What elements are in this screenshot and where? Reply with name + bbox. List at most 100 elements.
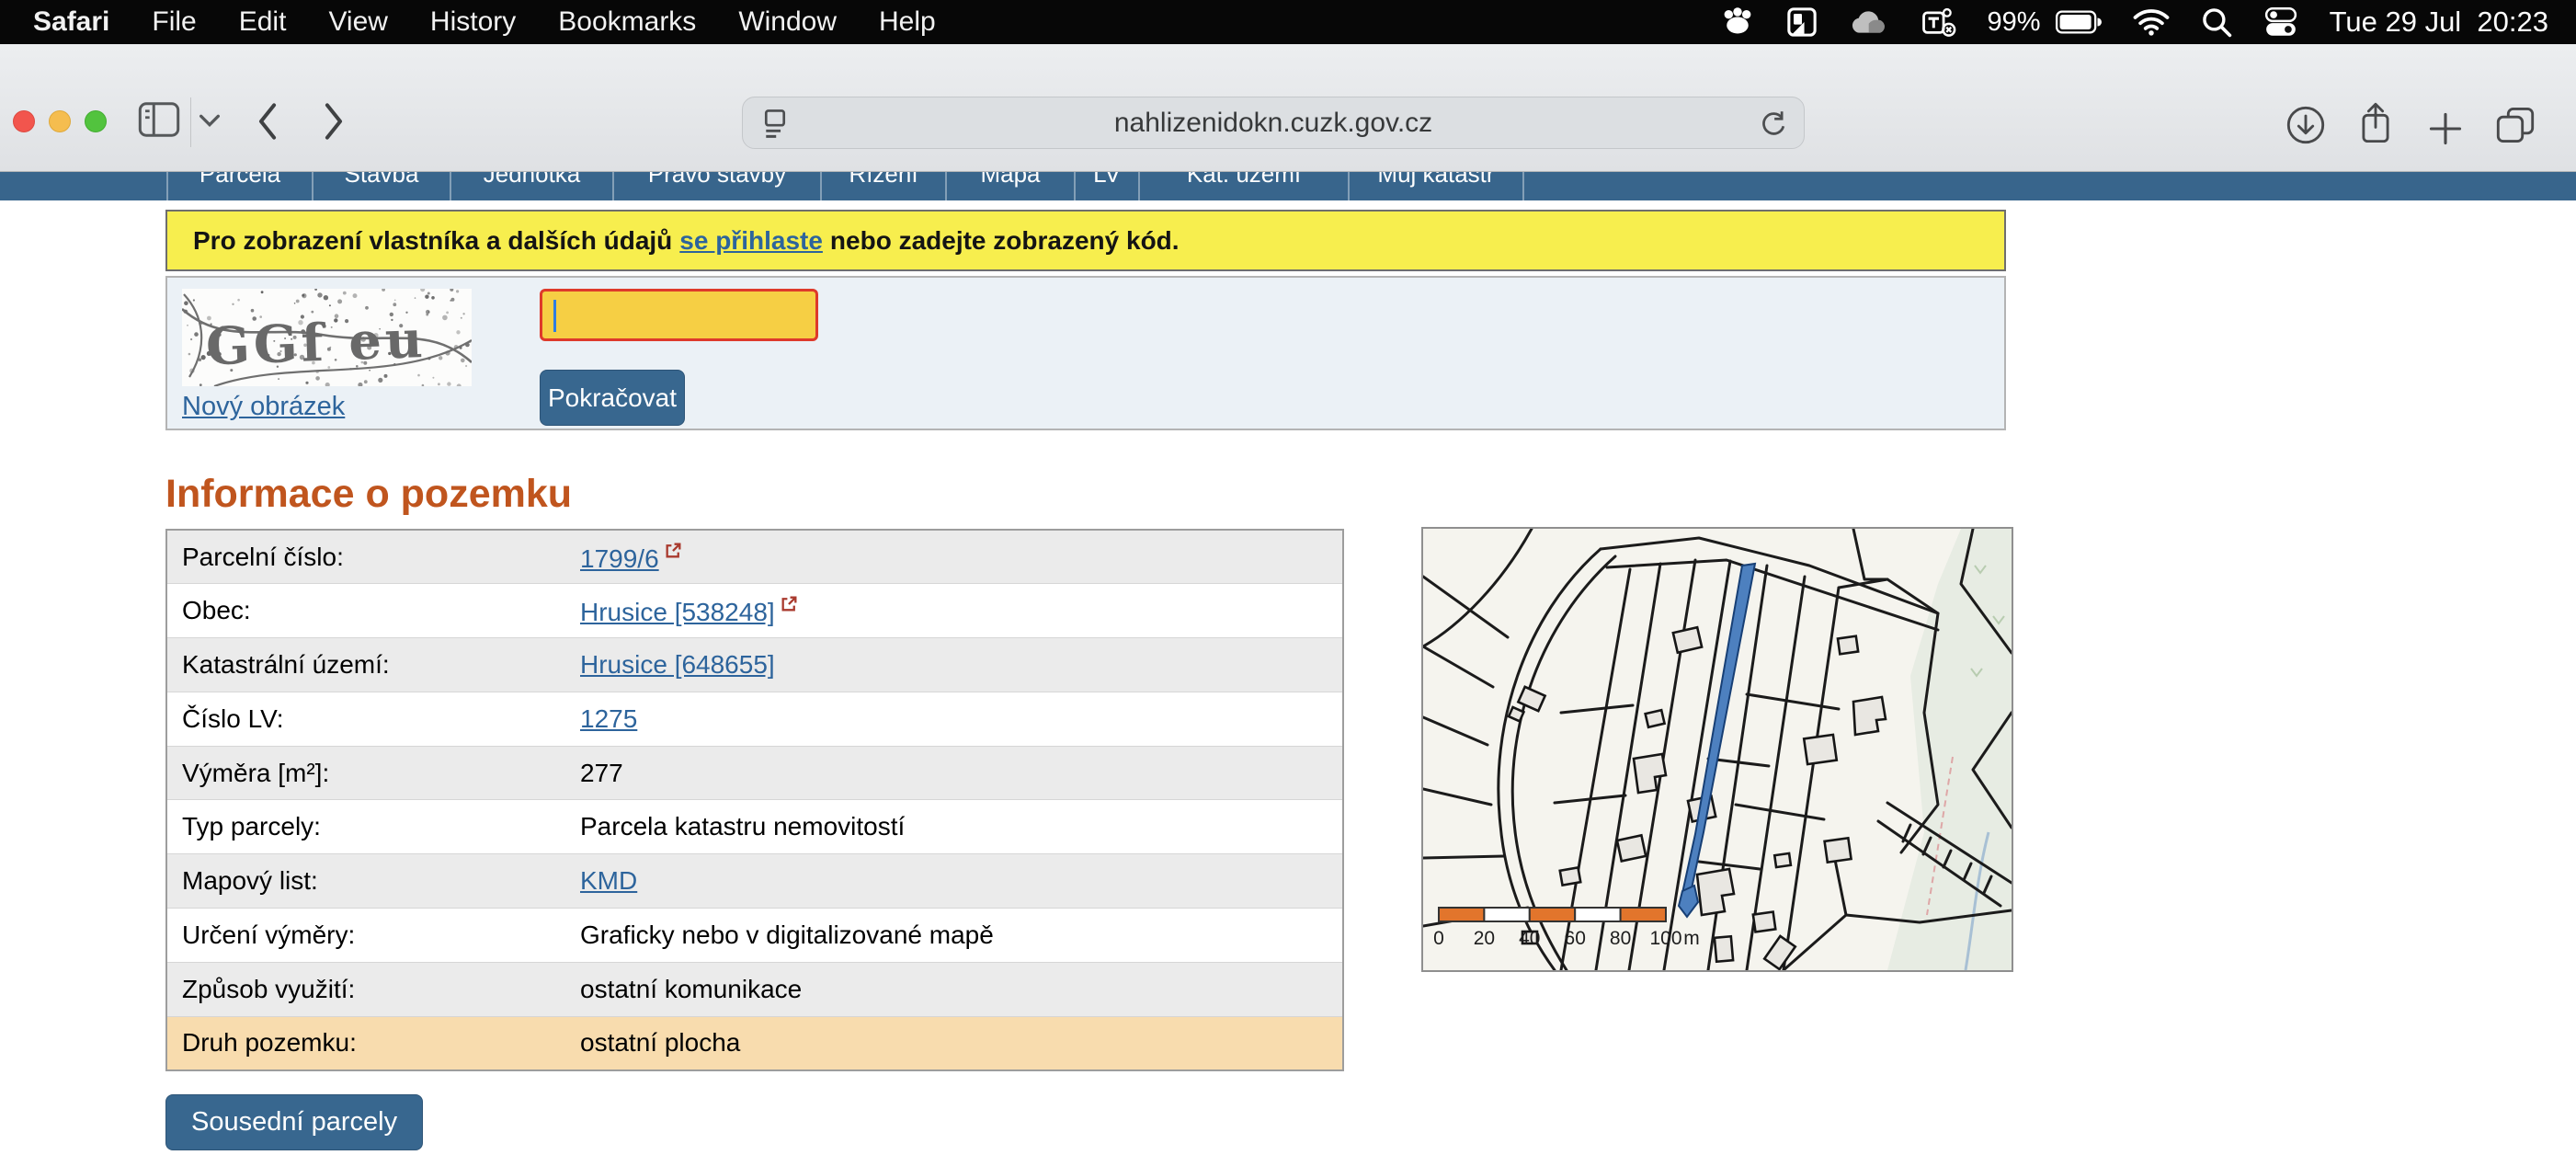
row-value: Parcela katastru nemovitostí xyxy=(580,800,1343,854)
row-value: Graficky nebo v digitalizované mapě xyxy=(580,909,1343,963)
menu-window[interactable]: Window xyxy=(738,6,837,38)
text-caret xyxy=(553,300,556,332)
page-title: Informace o pozemku xyxy=(165,472,572,517)
tab-lv[interactable]: LV xyxy=(1074,172,1138,200)
tab-overview-icon[interactable] xyxy=(2493,105,2537,148)
notice-text-after: nebo zadejte zobrazený kód. xyxy=(830,226,1180,256)
row-value: 1275 xyxy=(580,692,1343,746)
svg-text:40: 40 xyxy=(1519,928,1540,949)
parcel-table-body: Parcelní číslo:1799/6Obec:Hrusice [53824… xyxy=(166,530,1343,1070)
website-settings-icon[interactable] xyxy=(761,109,789,144)
table-row: Katastrální území:Hrusice [648655] xyxy=(166,638,1343,692)
row-value-link[interactable]: 1799/6 xyxy=(580,544,659,573)
screen: Safari File Edit View History Bookmarks Window… xyxy=(0,0,2576,1155)
row-value: KMD xyxy=(580,854,1343,909)
tab-pr-vo-stavby[interactable]: Právo stavby xyxy=(612,172,820,200)
tab-label: Můj katastr xyxy=(1377,172,1494,200)
sidebar-toggle-icon[interactable] xyxy=(138,101,180,141)
back-button[interactable] xyxy=(256,103,279,143)
minimize-window-button[interactable] xyxy=(49,110,71,132)
tab-parcela[interactable]: Parcela xyxy=(166,172,312,200)
external-link-icon xyxy=(780,594,799,613)
menu-clock[interactable]: Tue 29 Jul 20:23 xyxy=(2330,6,2548,39)
parcel-info-table: Parcelní číslo:1799/6Obec:Hrusice [53824… xyxy=(165,529,1344,1071)
sidebar-chevron-down-icon[interactable] xyxy=(199,114,221,130)
row-label: Obec: xyxy=(166,584,580,638)
site-nav-tabs: ParcelaStavbaJednotka Právo stavby Řízení M… xyxy=(0,172,2576,200)
menu-status-area: 99% Tue 29 Jul 20:23 xyxy=(1721,6,2576,39)
row-value-link[interactable]: 1275 xyxy=(580,704,637,733)
screen-capture-icon[interactable] xyxy=(1785,6,1818,39)
control-center-icon[interactable] xyxy=(2263,6,2298,38)
row-value-link[interactable]: KMD xyxy=(580,866,637,895)
captcha-input[interactable] xyxy=(540,289,818,341)
menu-file[interactable]: File xyxy=(152,6,196,38)
address-bar[interactable]: nahlizenidokn.cuzk.gov.cz xyxy=(742,97,1805,149)
wifi-icon[interactable] xyxy=(2133,8,2170,36)
svg-text:20: 20 xyxy=(1474,928,1495,949)
row-label: Katastrální území: xyxy=(166,638,580,692)
url-text[interactable]: nahlizenidokn.cuzk.gov.cz xyxy=(743,108,1804,139)
row-value-link[interactable]: Hrusice [648655] xyxy=(580,650,775,679)
row-value: ostatní komunikace xyxy=(580,962,1343,1016)
onedrive-icon[interactable] xyxy=(1850,8,1890,36)
captcha-panel: GGf eu Nový obrázek Pokračovat xyxy=(165,276,2006,430)
tab-label: Řízení xyxy=(849,172,918,200)
safari-toolbar: nahlizenidokn.cuzk.gov.cz xyxy=(0,44,2576,172)
zoom-window-button[interactable] xyxy=(85,110,107,132)
close-window-button[interactable] xyxy=(13,110,35,132)
tab-label: Právo stavby xyxy=(648,172,786,200)
tab-label: Mapa xyxy=(980,172,1040,200)
row-value: Hrusice [648655] xyxy=(580,638,1343,692)
svg-text:0: 0 xyxy=(1433,928,1444,949)
web-content: ParcelaStavbaJednotka Právo stavby Řízení M… xyxy=(0,172,2576,1155)
row-label: Určení výměry: xyxy=(166,909,580,963)
notice-text-before: Pro zobrazení vlastníka a dalších údajů xyxy=(193,226,672,256)
window-controls xyxy=(13,110,107,132)
svg-text:m: m xyxy=(1683,928,1700,949)
neighbor-parcels-button[interactable]: Sousední parcely xyxy=(165,1094,423,1150)
tab-zen[interactable]: Řízení xyxy=(820,172,945,200)
spotlight-search-icon[interactable] xyxy=(2201,6,2232,38)
tab-label: Kat. území xyxy=(1187,172,1301,200)
reload-icon[interactable] xyxy=(1760,109,1787,143)
continue-button[interactable]: Pokračovat xyxy=(540,370,685,426)
table-row: Určení výměry:Graficky nebo v digitalizo… xyxy=(166,909,1343,963)
menu-items: Safari File Edit View History Bookmarks Window… xyxy=(0,6,936,38)
menu-safari[interactable]: Safari xyxy=(33,6,109,38)
menu-history[interactable]: History xyxy=(430,6,516,38)
tab-jednotka[interactable]: Jednotka xyxy=(450,172,612,200)
tab-kat-zem[interactable]: Kat. území xyxy=(1138,172,1348,200)
login-link[interactable]: se přihlaste xyxy=(679,226,823,256)
cadastral-map[interactable]: 020406080100m xyxy=(1421,527,2013,972)
row-label: Výměra [m²]: xyxy=(166,746,580,800)
row-label: Mapový list: xyxy=(166,854,580,909)
table-row: Typ parcely:Parcela katastru nemovitostí xyxy=(166,800,1343,854)
table-row: Číslo LV:1275 xyxy=(166,692,1343,746)
teams-icon[interactable] xyxy=(1921,6,1956,39)
tab-label: LV xyxy=(1093,172,1121,200)
svg-text:80: 80 xyxy=(1610,928,1631,949)
row-label: Druh pozemku: xyxy=(166,1016,580,1070)
toolbar-divider xyxy=(190,97,191,147)
tab-stavba[interactable]: Stavba xyxy=(312,172,450,200)
new-tab-icon[interactable] xyxy=(2427,110,2464,150)
row-value-link[interactable]: Hrusice [538248] xyxy=(580,598,775,626)
share-icon[interactable] xyxy=(2355,101,2396,148)
downloads-icon[interactable] xyxy=(2285,105,2326,148)
paw-app-icon[interactable] xyxy=(1721,6,1754,38)
menu-bookmarks[interactable]: Bookmarks xyxy=(558,6,696,38)
row-label: Způsob využití: xyxy=(166,962,580,1016)
row-label: Číslo LV: xyxy=(166,692,580,746)
tab-mapa[interactable]: Mapa xyxy=(945,172,1074,200)
battery-percent: 99% xyxy=(1988,7,2041,38)
menu-edit[interactable]: Edit xyxy=(239,6,287,38)
row-value: Hrusice [538248] xyxy=(580,584,1343,638)
forward-button[interactable] xyxy=(322,103,346,143)
tab-m-j-katastr[interactable]: Můj katastr xyxy=(1348,172,1524,200)
table-row: Parcelní číslo:1799/6 xyxy=(166,530,1343,584)
menu-help[interactable]: Help xyxy=(879,6,936,38)
menu-view[interactable]: View xyxy=(328,6,387,38)
battery-icon xyxy=(2056,10,2102,34)
new-captcha-link[interactable]: Nový obrázek xyxy=(182,392,345,422)
